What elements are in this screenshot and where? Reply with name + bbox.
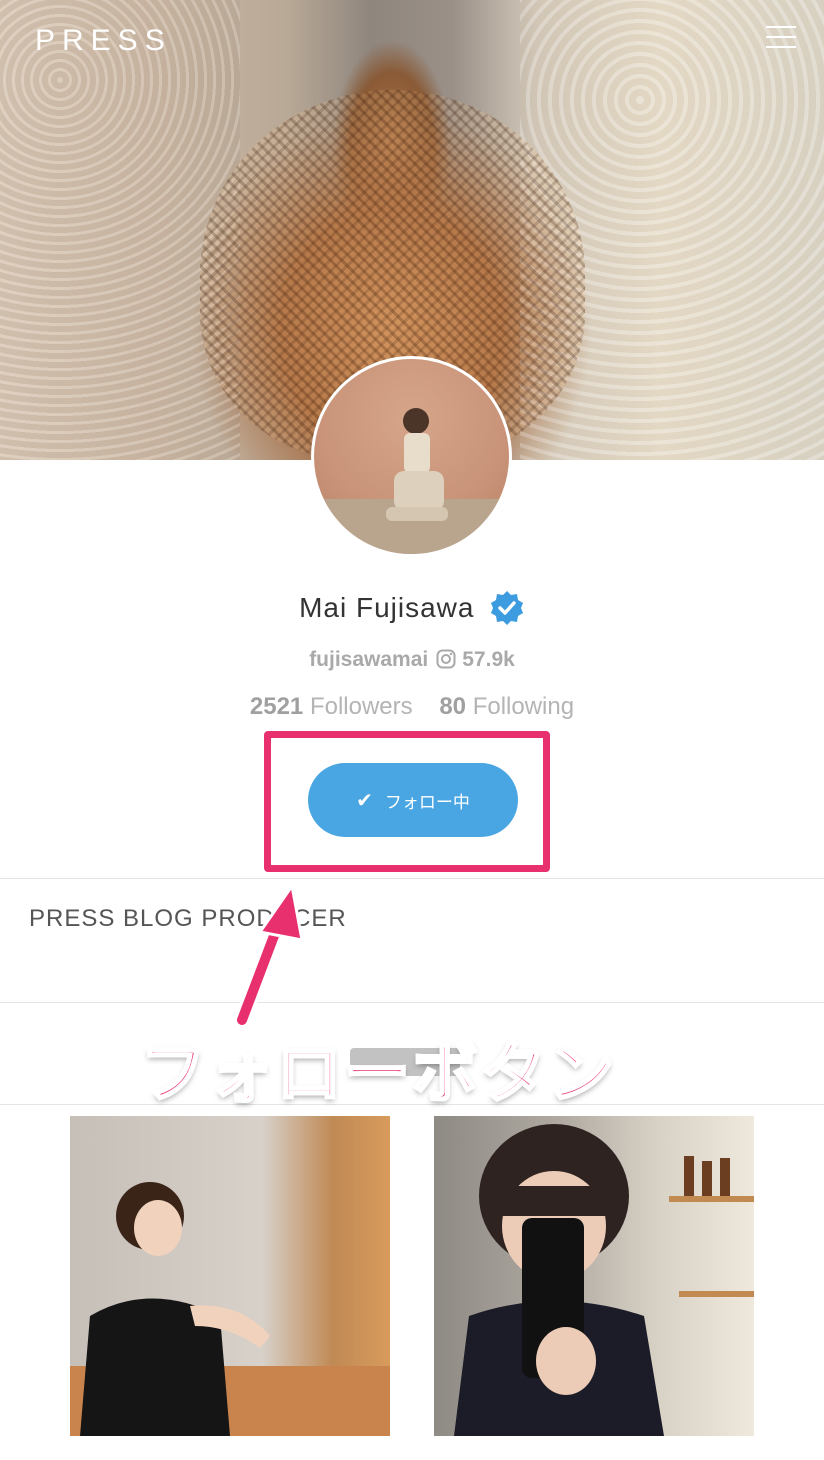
following-label: Following — [472, 693, 575, 720]
post-photo-2 — [454, 1124, 754, 1436]
instagram-handle[interactable]: fujisawamai — [309, 648, 428, 671]
hamburger-menu-icon[interactable] — [766, 26, 796, 48]
annotation-arrow-icon — [234, 882, 304, 1028]
followers-stat[interactable]: 2521 Followers — [250, 693, 413, 720]
avatar — [311, 356, 512, 557]
divider-middle — [0, 1002, 824, 1003]
followers-label: Followers — [309, 693, 413, 720]
following-count: 80 — [439, 693, 467, 720]
profile-name-row: Mai Fujisawa — [0, 590, 824, 626]
post-thumbnail[interactable] — [434, 1116, 754, 1436]
following-stat[interactable]: 80 Following — [439, 693, 574, 720]
followers-count: 2521 — [249, 693, 304, 720]
annotation-highlight-box — [264, 731, 550, 872]
instagram-icon — [436, 649, 456, 669]
divider-top — [0, 878, 824, 879]
instagram-handle-row[interactable]: fujisawamai 57.9k — [0, 648, 824, 672]
profile-name: Mai Fujisawa — [299, 592, 475, 623]
verified-badge-icon — [490, 591, 523, 625]
press-logo[interactable]: PRESS — [35, 24, 172, 58]
annotation-label: フォローボタン — [139, 1035, 616, 1112]
cover-lace-left — [0, 0, 240, 460]
post-thumbnail[interactable] — [70, 1116, 390, 1436]
instagram-followers-count: 57.9k — [462, 648, 515, 671]
post-photo-1 — [70, 1182, 390, 1436]
follow-stats: 2521 Followers 80 Following — [0, 693, 824, 721]
avatar-person-illustration — [386, 408, 448, 521]
